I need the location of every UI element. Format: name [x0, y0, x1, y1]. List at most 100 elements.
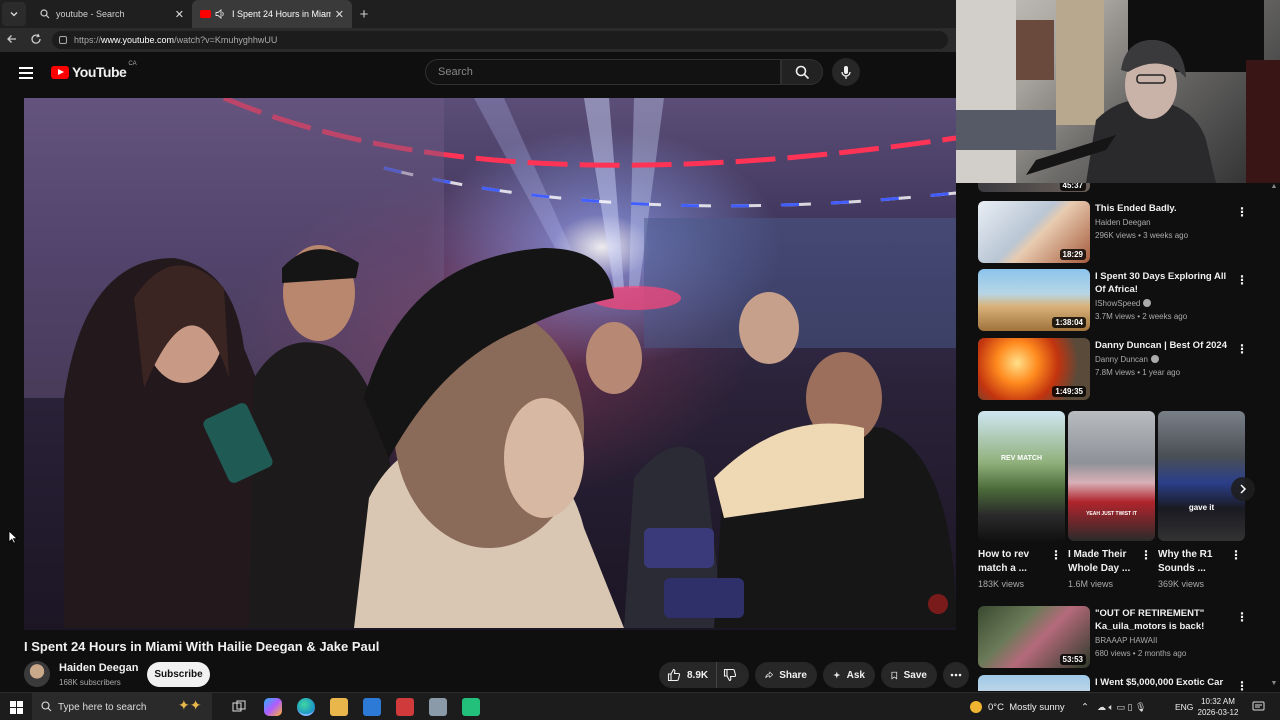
app-green-icon[interactable] [462, 698, 480, 716]
video-player[interactable] [24, 98, 956, 630]
channel-name[interactable]: Danny Duncan [1095, 355, 1159, 364]
list-item[interactable]: 1:49:35 Danny Duncan | Best Of 2024 Dann… [978, 338, 1268, 400]
search-button[interactable] [781, 59, 823, 85]
video-title[interactable]: I Spent 30 Days Exploring All Of Africa! [1095, 270, 1235, 296]
short-views: 369K views [1158, 579, 1205, 589]
short-caption: gave it [1188, 503, 1215, 512]
url-field[interactable]: https://www.youtube.com/watch?v=Kmuhyghh… [52, 31, 948, 49]
ask-button[interactable]: Ask [823, 662, 875, 688]
notifications-icon[interactable] [1252, 693, 1265, 720]
short-thumbnail[interactable]: REV MATCH [978, 411, 1065, 541]
duration-badge: 18:29 [1059, 249, 1086, 260]
task-view-icon[interactable] [230, 698, 248, 716]
channel-name[interactable]: Haiden Deegan [59, 662, 138, 674]
video-title[interactable]: This Ended Badly. [1095, 202, 1235, 215]
list-item[interactable]: I Went $5,000,000 Exotic Car Shopping ⋮ [978, 675, 1268, 691]
site-info-icon[interactable] [58, 35, 68, 45]
shorts-shelf: REV MATCH How to rev match a ... ⋮ 183K … [978, 411, 1255, 591]
taskbar-search-placeholder: Type here to search [58, 701, 147, 713]
file-explorer-icon[interactable] [330, 698, 348, 716]
short-thumbnail[interactable]: gave it [1158, 411, 1245, 541]
short-title[interactable]: How to rev match a ... [978, 548, 1048, 576]
video-thumbnail[interactable]: 18:29 [978, 201, 1090, 263]
mail-icon[interactable] [363, 698, 381, 716]
scrollbar-up-arrow[interactable]: ▲ [1268, 183, 1280, 193]
taskbar-search-input[interactable]: Type here to search ✦✦ [32, 693, 212, 720]
reload-button[interactable] [24, 33, 48, 48]
chevron-up-icon[interactable]: ⌃ [1081, 693, 1089, 720]
close-icon[interactable]: ✕ [335, 8, 344, 21]
video-thumbnail[interactable]: 1:49:35 [978, 338, 1090, 400]
more-vertical-icon[interactable]: ⋮ [1236, 205, 1248, 219]
video-thumbnail[interactable] [978, 675, 1090, 691]
subscribe-button[interactable]: Subscribe [147, 662, 210, 687]
voice-search-button[interactable] [832, 58, 860, 86]
short-thumbnail[interactable]: YEAH JUST TWIST IT [1068, 411, 1155, 541]
list-item[interactable]: 18:29 This Ended Badly. Haiden Deegan 29… [978, 201, 1268, 263]
network-icon[interactable]: ▭ [1116, 702, 1125, 713]
short-title[interactable]: I Made Their Whole Day ... [1068, 548, 1138, 576]
app-icon[interactable] [396, 698, 414, 716]
short-title[interactable]: Why the R1 Sounds ... [1158, 548, 1228, 576]
copilot-icon[interactable] [264, 698, 282, 716]
more-vertical-icon[interactable]: ⋮ [1050, 548, 1062, 562]
more-vertical-icon[interactable]: ⋮ [1236, 610, 1248, 624]
search-input[interactable] [425, 59, 781, 85]
cloud-icon[interactable]: ☁ [1097, 702, 1106, 713]
avatar[interactable] [24, 661, 50, 687]
related-videos-sidebar: 45:37 18:29 This Ended Badly. Haiden Dee… [978, 183, 1268, 691]
more-vertical-icon[interactable]: ⋮ [1236, 342, 1248, 356]
store-icon[interactable] [429, 698, 447, 716]
volume-icon[interactable]: 🔈︎ [1109, 702, 1114, 713]
list-item[interactable]: 53:53 "OUT OF RETIREMENT" Ka_uila_motors… [978, 606, 1268, 668]
tab-title: I Spent 24 Hours in Miami With [232, 9, 331, 19]
more-vertical-icon[interactable]: ⋮ [1230, 548, 1242, 562]
weather-temp: 0°C [988, 701, 1004, 713]
shorts-next-button[interactable] [1231, 477, 1255, 501]
back-button[interactable] [0, 33, 24, 48]
save-button[interactable]: Save [881, 662, 937, 688]
youtube-logo[interactable]: YouTube CA [51, 61, 137, 80]
duration-badge: 45:37 [1059, 183, 1086, 191]
edge-browser-icon[interactable] [297, 698, 315, 716]
channel-name[interactable]: Haiden Deegan [1095, 218, 1151, 227]
tab-current-video[interactable]: I Spent 24 Hours in Miami With ✕ [192, 0, 352, 28]
channel-name[interactable]: IShowSpeed [1095, 299, 1152, 308]
weather-widget[interactable]: 0°C Mostly sunny [970, 693, 1065, 720]
language-indicator[interactable]: ENG [1175, 693, 1193, 720]
chevron-down-icon [10, 12, 18, 17]
microphone-icon[interactable]: 🎙︎ [1135, 702, 1146, 713]
scrollbar-down-arrow[interactable]: ▼ [1268, 680, 1280, 690]
video-title[interactable]: Danny Duncan | Best Of 2024 [1095, 339, 1235, 352]
video-thumbnail[interactable]: 1:38:04 [978, 269, 1090, 331]
close-icon[interactable]: ✕ [175, 8, 184, 21]
thumbs-up-icon [667, 668, 681, 682]
more-vertical-icon[interactable]: ⋮ [1236, 679, 1248, 691]
speaker-icon[interactable] [215, 9, 226, 19]
tab-youtube-search[interactable]: youtube - Search ✕ [32, 0, 192, 28]
list-item[interactable]: 45:37 [978, 183, 1268, 192]
clock[interactable]: 10:32 AM 2026-03-12 [1196, 696, 1240, 718]
sun-icon [970, 701, 982, 713]
tab-list-button[interactable] [2, 2, 26, 26]
channel-name[interactable]: BRAAAP HAWAII [1095, 636, 1157, 645]
like-button[interactable]: 8.9K [659, 662, 718, 688]
list-item[interactable]: 1:38:04 I Spent 30 Days Exploring All Of… [978, 269, 1268, 331]
more-vertical-icon[interactable]: ⋮ [1236, 273, 1248, 287]
video-title[interactable]: I Went $5,000,000 Exotic Car Shopping [1095, 676, 1235, 691]
video-thumbnail[interactable]: 45:37 [978, 183, 1090, 192]
start-button[interactable] [4, 697, 28, 717]
menu-icon[interactable] [19, 67, 33, 79]
new-tab-button[interactable]: + [352, 6, 376, 23]
short-views: 183K views [978, 579, 1025, 589]
dislike-button[interactable] [717, 662, 749, 688]
video-meta: 296K views • 3 weeks ago [1095, 231, 1189, 240]
duration-badge: 1:49:35 [1052, 386, 1086, 397]
more-vertical-icon[interactable]: ⋮ [1140, 548, 1152, 562]
battery-icon[interactable]: ▯ [1127, 702, 1132, 713]
more-actions-button[interactable] [943, 662, 969, 688]
share-button[interactable]: Share [755, 662, 817, 688]
video-title[interactable]: "OUT OF RETIREMENT" Ka_uila_motors is ba… [1095, 607, 1235, 633]
video-thumbnail[interactable]: 53:53 [978, 606, 1090, 668]
bookmark-icon [891, 671, 898, 680]
